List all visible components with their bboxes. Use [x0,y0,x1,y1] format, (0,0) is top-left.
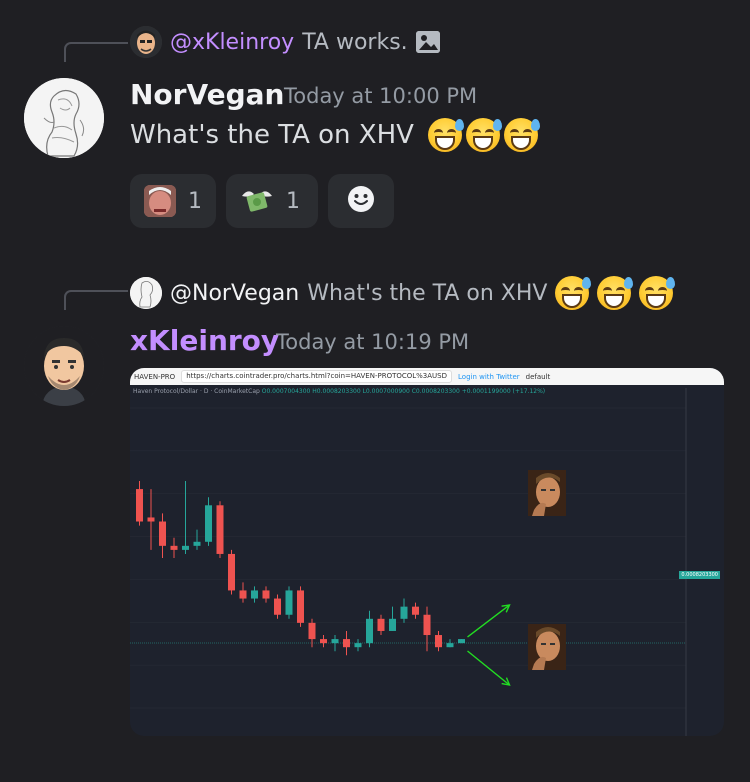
add-reaction-icon [346,184,376,218]
candle-body [285,590,293,615]
price-tag: 0.0008203300 [679,571,720,579]
candle-body [297,590,304,623]
add-reaction-button[interactable] [328,174,394,228]
candle-body [435,635,442,648]
reply-connector [64,290,128,310]
candle-body [159,521,166,546]
reply-username[interactable]: @xKleinroy [170,30,294,55]
candle-body [274,598,281,615]
candle-body [423,614,431,636]
reply-preview[interactable]: @xKleinroy TA works. [130,26,440,58]
candle-body [308,622,316,640]
candle-body [354,643,362,648]
chart-legend: Haven Protocol/Dollar · D · CoinMarketCa… [133,388,545,395]
candle-body [389,618,396,631]
candle-body [446,643,454,648]
message-content: What's the TA on XHV [130,118,540,152]
money-with-wings-emoji [240,186,274,216]
author-name[interactable]: xKleinroy [130,324,279,357]
candle-body [136,489,143,522]
candlestick-chart [130,388,687,736]
meme-face-bottom [528,624,566,670]
sweat-smile-emoji [465,118,502,152]
reply-preview[interactable]: @NorVegan What's the TA on XHV [130,276,676,310]
message-timestamp[interactable]: Today at 10:00 PM [284,84,477,108]
avatar[interactable] [24,326,104,406]
legend-values: O0.0007004300 H0.0008203300 L0.000700090… [261,388,546,395]
candle-body [205,505,212,542]
reaction-count: 1 [286,188,300,214]
candle-body [400,606,408,619]
candle-body [377,618,385,631]
message-text: What's the TA on XHV [130,120,414,150]
reply-text: TA works. [302,29,408,55]
candle-body [412,606,419,615]
legend-title: Haven Protocol/Dollar · D · CoinMarketCa… [133,388,260,395]
url-bar: https://charts.cointrader.pro/charts.htm… [181,370,453,383]
candle-body [193,541,201,546]
avatar[interactable] [24,78,104,158]
image-icon [415,31,440,53]
down-arrow [467,650,511,686]
candle-body [239,590,247,599]
reply-text: What's the TA on XHV [307,280,548,306]
message-timestamp[interactable]: Today at 10:19 PM [276,330,469,354]
author-name[interactable]: NorVegan [130,78,284,111]
meme-face-top [528,470,566,516]
candle-body [182,545,189,550]
sweat-smile-emoji [427,118,464,152]
candle-body [216,505,224,554]
up-arrow [467,604,511,638]
candle-body [251,590,258,599]
sweat-smile-emoji [597,276,634,310]
sweat-smile-emoji [555,276,592,310]
candle-body [458,639,465,644]
candle-body [170,545,178,550]
candle-body [228,553,235,591]
face-emoji [144,185,176,217]
login-link: Login with Twitter [458,372,520,381]
reply-avatar [130,277,162,309]
theme-label: default [525,372,551,381]
reply-username[interactable]: @NorVegan [170,281,299,306]
sweat-smile-emoji [503,118,540,152]
reply-avatar [130,26,162,58]
sweat-smile-emoji [639,276,676,310]
image-attachment[interactable]: HAVEN-PRO https://charts.cointrader.pro/… [130,368,724,736]
candle-body [262,590,270,599]
browser-tab-label: HAVEN-PRO [134,372,176,381]
reply-connector [64,42,128,62]
candle-body [320,639,327,644]
candle-body [331,639,339,644]
candle-body [366,618,373,644]
candle-body [343,639,350,648]
reaction-face[interactable]: 1 [130,174,216,228]
candle-body [147,517,155,522]
reaction-count: 1 [188,188,202,214]
browser-toolbar: HAVEN-PRO https://charts.cointrader.pro/… [130,368,724,385]
reaction-money[interactable]: 1 [226,174,318,228]
